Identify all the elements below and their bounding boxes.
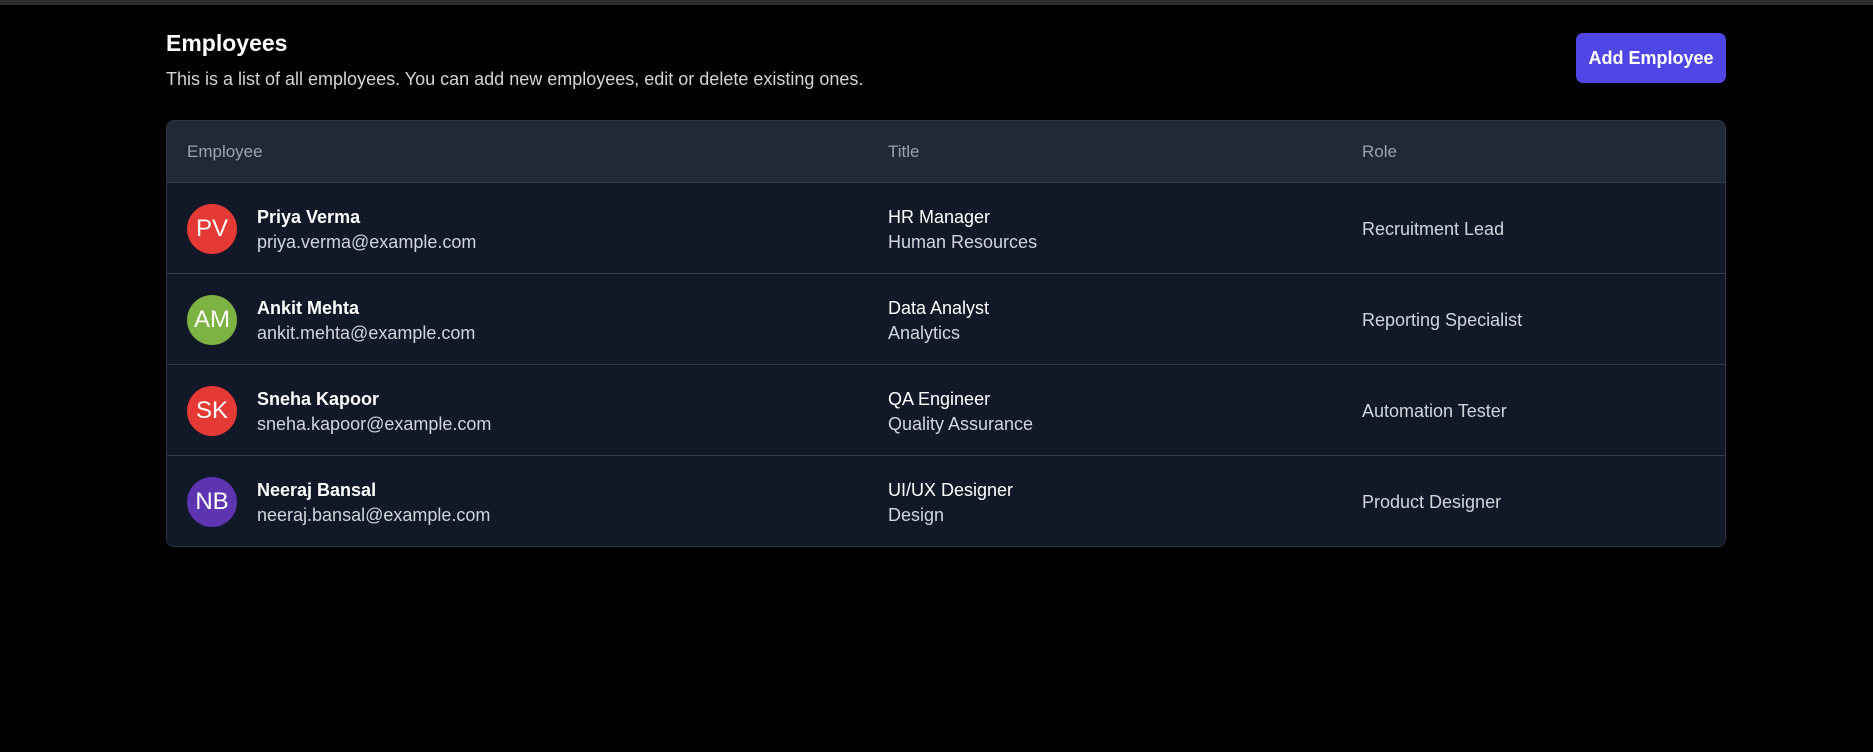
add-employee-button[interactable]: Add Employee bbox=[1576, 33, 1726, 83]
employee-email: sneha.kapoor@example.com bbox=[257, 414, 492, 434]
table-header: Employee Title Role bbox=[167, 121, 1725, 183]
window-top-bar bbox=[0, 0, 1873, 5]
table-row[interactable]: PV Priya Verma priya.verma@example.com H… bbox=[167, 183, 1725, 274]
avatar: PV bbox=[187, 204, 237, 254]
employee-name: Priya Verma bbox=[257, 207, 361, 227]
employee-role: Recruitment Lead bbox=[1362, 219, 1505, 239]
employee-name: Neeraj Bansal bbox=[257, 480, 377, 500]
employee-email: neeraj.bansal@example.com bbox=[257, 505, 491, 525]
employee-department: Quality Assurance bbox=[888, 414, 1034, 434]
column-header-employee[interactable]: Employee bbox=[187, 121, 263, 182]
employee-email: priya.verma@example.com bbox=[257, 232, 477, 252]
employee-email: ankit.mehta@example.com bbox=[257, 323, 476, 343]
employee-role: Automation Tester bbox=[1362, 401, 1507, 421]
table-row[interactable]: SK Sneha Kapoor sneha.kapoor@example.com… bbox=[167, 365, 1725, 456]
column-header-title[interactable]: Title bbox=[888, 121, 920, 182]
avatar: AM bbox=[187, 295, 237, 345]
table-row[interactable]: AM Ankit Mehta ankit.mehta@example.com D… bbox=[167, 274, 1725, 365]
page-description: This is a list of all employees. You can… bbox=[166, 69, 864, 89]
table-body: PV Priya Verma priya.verma@example.com H… bbox=[167, 183, 1725, 546]
employee-name: Sneha Kapoor bbox=[257, 389, 380, 409]
column-header-role[interactable]: Role bbox=[1362, 121, 1397, 182]
employees-table: Employee Title Role PV Priya Verma priya… bbox=[166, 120, 1726, 547]
avatar: NB bbox=[187, 477, 237, 527]
page-title: Employees bbox=[166, 30, 288, 56]
employee-title: HR Manager bbox=[888, 207, 991, 227]
employee-role: Product Designer bbox=[1362, 492, 1502, 512]
employee-name: Ankit Mehta bbox=[257, 298, 360, 318]
table-row[interactable]: NB Neeraj Bansal neeraj.bansal@example.c… bbox=[167, 456, 1725, 546]
employee-department: Design bbox=[888, 505, 945, 525]
employee-title: UI/UX Designer bbox=[888, 480, 1014, 500]
employee-department: Human Resources bbox=[888, 232, 1038, 252]
employee-title: QA Engineer bbox=[888, 389, 991, 409]
employee-role: Reporting Specialist bbox=[1362, 310, 1523, 330]
avatar: SK bbox=[187, 386, 237, 436]
employee-department: Analytics bbox=[888, 323, 961, 343]
employee-title: Data Analyst bbox=[888, 298, 990, 318]
